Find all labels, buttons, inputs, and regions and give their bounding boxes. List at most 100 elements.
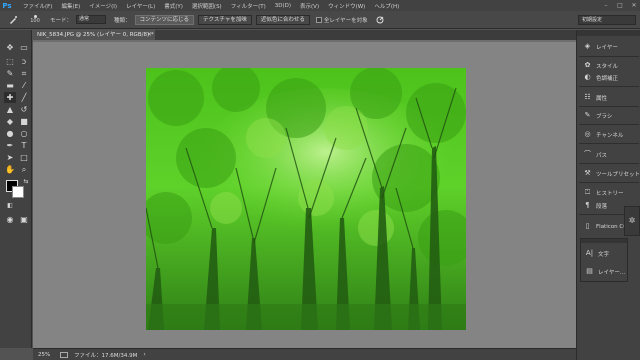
tab-close-icon[interactable]: × xyxy=(147,30,152,40)
menu-view[interactable]: 表示(V) xyxy=(300,2,319,10)
dodge-tool-icon[interactable]: ○ xyxy=(18,128,30,139)
panel-adjustments[interactable]: ◐ 色調補正 xyxy=(577,71,640,84)
menu-select[interactable]: 選択範囲(S) xyxy=(192,2,222,10)
type-tool-icon[interactable]: T xyxy=(18,140,30,151)
gradient-tool-icon[interactable]: ■ xyxy=(18,116,30,127)
panel-paths-label: パス xyxy=(596,152,608,159)
artboard-tool-icon[interactable]: ▭ xyxy=(18,42,30,53)
panel-properties-label: 属性 xyxy=(596,95,608,102)
sample-all-layers[interactable]: 全レイヤーを対象 xyxy=(315,16,368,24)
create-texture-button[interactable]: テクスチャを加味 xyxy=(198,14,252,25)
slice-tool-icon[interactable]: ▬ xyxy=(4,80,16,91)
forest-photo[interactable] xyxy=(146,68,466,330)
panel-layers-label: レイヤー xyxy=(596,44,618,51)
quick-mask-icon[interactable]: ◉ xyxy=(4,214,16,225)
dock-divider xyxy=(579,106,639,107)
style-icon: ✿ xyxy=(584,61,591,69)
menu-help[interactable]: ヘルプ(H) xyxy=(374,2,399,10)
content-aware-button[interactable]: コンテンツに応じる xyxy=(134,14,195,25)
default-colors-icon[interactable]: ◧ xyxy=(4,200,16,211)
history-brush-tool-icon[interactable]: ↺ xyxy=(18,104,30,115)
adjustments-icon: ◐ xyxy=(584,73,591,81)
blur-tool-icon[interactable]: ● xyxy=(4,128,16,139)
mode-select[interactable]: 通常 xyxy=(76,15,107,24)
zoom-tool-icon[interactable]: ⌕ xyxy=(18,164,30,175)
panel-layers-float[interactable]: ▤ レイヤー... xyxy=(581,265,627,278)
close-button[interactable]: ✕ xyxy=(630,2,638,9)
background-color-swatch[interactable] xyxy=(12,186,24,198)
marquee-tool-icon[interactable]: ⬚ xyxy=(4,56,16,67)
collapsed-panel-tab[interactable]: ✲ xyxy=(624,206,640,236)
panel-character[interactable]: A| 文字 xyxy=(581,247,627,260)
panel-tool-presets[interactable]: ⚒ ツールプリセット xyxy=(577,167,640,180)
pressure-toggle[interactable] xyxy=(374,13,386,27)
move-tool-icon[interactable]: ✥ xyxy=(4,42,16,53)
panel-brush[interactable]: ✎ ブラシ xyxy=(577,109,640,122)
minimize-button[interactable]: – xyxy=(602,2,610,9)
dock-divider xyxy=(579,163,639,164)
panel-brush-label: ブラシ xyxy=(596,113,613,120)
canvas-top-edge xyxy=(33,40,576,42)
panel-properties[interactable]: ☷ 属性 xyxy=(577,91,640,104)
eraser-tool-icon[interactable]: ◆ xyxy=(4,116,16,127)
properties-icon: ☷ xyxy=(584,93,591,101)
sample-all-layers-checkbox[interactable] xyxy=(315,16,322,23)
panel-paths[interactable]: ⌒ パス xyxy=(577,148,640,161)
quick-select-tool-icon[interactable]: ✎ xyxy=(4,68,16,79)
menu-layer[interactable]: レイヤー(L) xyxy=(126,2,155,10)
screen-mode-icon[interactable]: ▣ xyxy=(18,214,30,225)
layers-icon: ◈ xyxy=(584,42,591,50)
pen-tool-icon[interactable]: ✒ xyxy=(4,140,16,151)
menu-bar: Ps ファイル(F) 編集(E) イメージ(I) レイヤー(L) 書式(Y) 選… xyxy=(0,0,640,11)
panel-tool-presets-label: ツールプリセット xyxy=(596,171,640,178)
menu-filter[interactable]: フィルター(T) xyxy=(231,2,266,10)
floating-panel-header[interactable] xyxy=(581,239,627,243)
panel-layers-float-label: レイヤー... xyxy=(598,269,626,276)
dock-divider xyxy=(579,182,639,183)
panel-layers[interactable]: ◈ レイヤー xyxy=(577,40,640,53)
document-tab[interactable]: NIK_5834.JPG @ 25% (レイヤー 0, RGB/8) * xyxy=(33,30,155,40)
path-select-tool-icon[interactable]: ➤ xyxy=(4,152,16,163)
menu-edit[interactable]: 編集(E) xyxy=(61,2,80,10)
menu-type[interactable]: 書式(Y) xyxy=(164,2,183,10)
character-icon: A| xyxy=(585,249,594,257)
eyedropper-tool-icon[interactable]: ⁄ xyxy=(18,80,30,91)
extension-icon: ✲ xyxy=(628,216,636,225)
lasso-tool-icon[interactable]: ↄ xyxy=(18,56,30,67)
window-controls: – □ ✕ xyxy=(602,0,638,11)
status-menu-arrow[interactable]: › xyxy=(143,351,145,358)
brush-tool-icon[interactable]: ╱ xyxy=(18,92,30,103)
panel-channels[interactable]: ◎ チャンネル xyxy=(577,128,640,141)
options-bar: 100 モード： 通常 種類： コンテンツに応じる テクスチャを加味 近似色に合… xyxy=(0,11,640,29)
pen-pressure-icon xyxy=(376,16,384,23)
tool-presets-icon: ⚒ xyxy=(584,169,591,177)
zoom-level[interactable]: 25% xyxy=(33,352,57,358)
dock-divider xyxy=(579,143,639,144)
menu-image[interactable]: イメージ(I) xyxy=(89,2,117,10)
status-bar: 25% ファイル：17.6M/34.9M › xyxy=(33,348,576,360)
crop-tool-icon[interactable]: ⌗ xyxy=(18,68,30,79)
clone-stamp-tool-icon[interactable]: ▲ xyxy=(4,104,16,115)
menu-3d[interactable]: 3D(D) xyxy=(275,3,291,9)
sample-all-layers-label: 全レイヤーを対象 xyxy=(323,17,368,24)
dock-divider xyxy=(579,86,639,87)
workspace-select[interactable]: 初期設定 xyxy=(578,15,636,25)
paths-icon: ⌒ xyxy=(584,150,591,158)
panel-history[interactable]: ⏍ ヒストリー xyxy=(577,186,640,199)
maximize-button[interactable]: □ xyxy=(616,2,624,9)
hand-tool-icon[interactable]: ✋ xyxy=(4,164,16,175)
file-size-info: ファイル：17.6M/34.9M xyxy=(74,352,138,359)
document-tab-bar: NIK_5834.JPG @ 25% (レイヤー 0, RGB/8) * × xyxy=(33,30,576,40)
menu-file[interactable]: ファイル(F) xyxy=(23,2,52,10)
tools-panel: ✥ ▭ ⬚ ↄ ✎ ⌗ ▬ ⁄ ✚ ╱ ▲ ↺ ◆ ■ ● ○ ✒ T ➤ □ … xyxy=(0,30,32,348)
tool-preset-picker[interactable] xyxy=(2,13,24,27)
menu-window[interactable]: ウィンドウ(W) xyxy=(328,2,365,10)
dock-header[interactable] xyxy=(577,30,640,36)
shape-tool-icon[interactable]: □ xyxy=(18,152,30,163)
panel-styles-label: スタイル xyxy=(596,63,619,70)
brush-size-value: 100 xyxy=(30,18,40,24)
proximity-match-button[interactable]: 近似色に合わせる xyxy=(255,14,310,25)
brush-size[interactable]: 100 xyxy=(28,15,42,24)
spot-healing-tool-icon[interactable]: ✚ xyxy=(4,92,16,103)
panel-flaticon-label: Flaticon CC xyxy=(596,223,628,230)
